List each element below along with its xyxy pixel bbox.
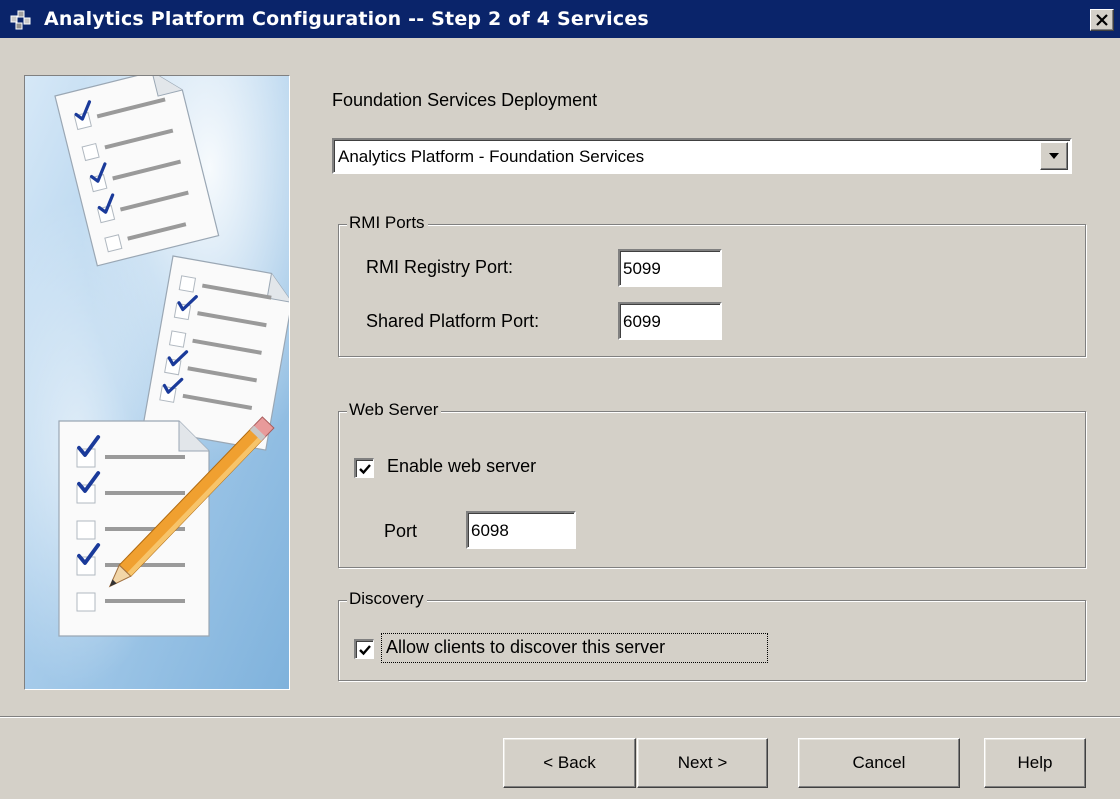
- help-button[interactable]: Help: [984, 738, 1086, 788]
- deployment-dropdown-button[interactable]: [1040, 142, 1068, 170]
- chevron-down-icon: [1049, 153, 1059, 159]
- deployment-select[interactable]: Analytics Platform - Foundation Services: [332, 138, 1072, 174]
- allow-discovery-label[interactable]: Allow clients to discover this server: [386, 637, 665, 658]
- web-server-port-input[interactable]: 6098: [466, 511, 576, 549]
- enable-web-server-checkbox[interactable]: [354, 458, 374, 478]
- rmi-registry-port-label: RMI Registry Port:: [366, 257, 514, 277]
- checkmark-icon: [359, 645, 371, 656]
- cancel-button[interactable]: Cancel: [798, 738, 960, 788]
- allow-discovery-checkbox[interactable]: [354, 639, 374, 659]
- shared-platform-port-value: 6099: [623, 312, 661, 331]
- web-server-title: Web Server: [347, 400, 442, 420]
- back-button[interactable]: < Back: [503, 738, 636, 788]
- deployment-label: Foundation Services Deployment: [332, 90, 598, 110]
- close-icon: [1096, 14, 1108, 26]
- checklist-illustration: [24, 75, 290, 690]
- title-bar: Analytics Platform Configuration -- Step…: [0, 0, 1120, 40]
- close-button[interactable]: [1090, 9, 1114, 31]
- web-server-port-label: Port: [384, 521, 418, 541]
- wizard-app-icon: [8, 8, 34, 32]
- checkmark-icon: [359, 464, 371, 475]
- window-title: Analytics Platform Configuration -- Step…: [44, 8, 649, 30]
- discovery-title: Discovery: [347, 589, 427, 609]
- deployment-select-value: Analytics Platform - Foundation Services: [338, 147, 645, 166]
- web-server-port-value: 6098: [471, 521, 509, 540]
- rmi-ports-title: RMI Ports: [347, 213, 428, 233]
- next-button[interactable]: Next >: [637, 738, 768, 788]
- rmi-registry-port-value: 5099: [623, 259, 661, 278]
- shared-platform-port-label: Shared Platform Port:: [366, 311, 540, 331]
- web-server-group: Web Server: [338, 400, 1086, 568]
- footer-separator-highlight: [0, 717, 1120, 718]
- shared-platform-port-input[interactable]: 6099: [618, 302, 722, 340]
- enable-web-server-label[interactable]: Enable web server: [387, 456, 536, 477]
- rmi-registry-port-input[interactable]: 5099: [618, 249, 722, 287]
